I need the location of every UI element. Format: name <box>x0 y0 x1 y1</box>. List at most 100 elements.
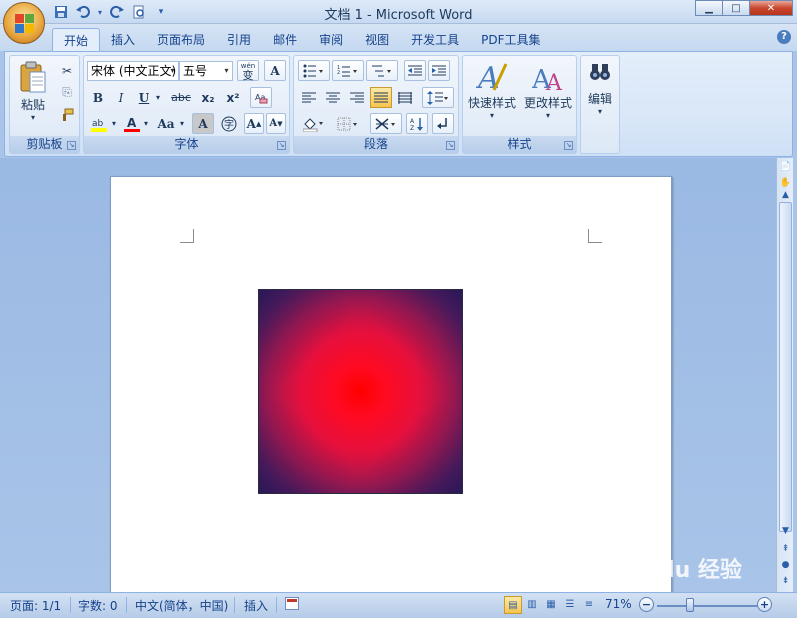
justify-button[interactable] <box>370 87 392 108</box>
clipboard-launcher-icon[interactable]: ↘ <box>67 141 76 150</box>
bullets-button[interactable] <box>298 60 330 81</box>
font-size-combo[interactable]: 五号 ▾ <box>179 61 233 81</box>
subscript-button[interactable]: x₂ <box>197 87 219 108</box>
font-color-button[interactable]: A <box>122 113 142 134</box>
tab-review[interactable]: 审阅 <box>308 28 354 53</box>
italic-button[interactable]: I <box>111 87 131 108</box>
language-status[interactable]: 中文(简体，中国) <box>135 597 228 614</box>
tab-developer[interactable]: 开发工具 <box>400 28 470 53</box>
change-styles-button[interactable]: A A 更改样式 ▾ <box>521 60 575 132</box>
zoom-level[interactable]: 71% <box>605 597 632 611</box>
change-case-dropdown-icon[interactable]: ▾ <box>178 113 186 134</box>
shading-button[interactable] <box>298 113 330 134</box>
borders-button[interactable] <box>332 113 364 134</box>
highlight-dropdown-icon[interactable]: ▾ <box>110 113 118 134</box>
styles-launcher-icon[interactable]: ↘ <box>564 141 573 150</box>
tab-insert[interactable]: 插入 <box>100 28 146 53</box>
highlight-icon: ab <box>91 119 107 132</box>
insert-mode-status[interactable]: 插入 <box>244 597 268 614</box>
status-separator <box>276 597 277 613</box>
next-page-icon[interactable]: ⇟ <box>778 574 793 589</box>
font-name-dropdown-icon[interactable]: ▾ <box>167 62 178 80</box>
align-right-button[interactable] <box>346 87 368 108</box>
editing-dropdown-icon: ▾ <box>597 107 602 116</box>
shrink-font-label: A <box>269 118 278 129</box>
full-screen-reading-icon[interactable]: ▥ <box>523 596 541 614</box>
sort-button[interactable]: AZ <box>406 113 428 134</box>
web-layout-icon[interactable]: ▦ <box>542 596 560 614</box>
show-hide-marks-button[interactable] <box>432 113 454 134</box>
line-spacing-button[interactable] <box>422 87 454 108</box>
quick-styles-icon: A <box>476 61 508 94</box>
align-left-button[interactable] <box>298 87 320 108</box>
highlight-button[interactable]: ab <box>88 113 110 134</box>
print-layout-view-icon[interactable]: ▤ <box>504 596 522 614</box>
character-shading-button[interactable]: A <box>192 113 214 134</box>
gradient-square-shape[interactable] <box>258 289 463 494</box>
align-center-button[interactable] <box>322 87 344 108</box>
vertical-scrollbar[interactable]: 📄 ✋ ▲ ▼ ⇞ ● ⇟ <box>776 158 793 592</box>
editing-button[interactable]: 编辑 ▾ <box>582 60 618 132</box>
paragraph-launcher-icon[interactable]: ↘ <box>446 141 455 150</box>
distributed-button[interactable] <box>394 87 416 108</box>
font-size-value: 五号 <box>183 64 208 78</box>
underline-dropdown-icon[interactable]: ▾ <box>154 87 162 108</box>
shrink-font-button[interactable]: A ▼ <box>266 113 286 134</box>
grow-font-button[interactable]: A ▲ <box>244 113 264 134</box>
tab-references[interactable]: 引用 <box>216 28 262 53</box>
scroll-thumb[interactable] <box>779 202 792 532</box>
increase-indent-button[interactable] <box>428 60 450 81</box>
cut-icon[interactable]: ✂ <box>58 60 76 81</box>
copy-icon[interactable]: ⎘ <box>58 82 76 103</box>
maximize-button[interactable]: □ <box>722 0 750 16</box>
tab-pdf-tools[interactable]: PDF工具集 <box>470 28 551 53</box>
numbering-button[interactable]: 12 <box>332 60 364 81</box>
underline-button[interactable]: U <box>134 87 154 108</box>
zoom-out-icon[interactable]: − <box>639 597 654 612</box>
chinese-layout-button[interactable] <box>370 113 402 134</box>
svg-text:A: A <box>127 116 137 130</box>
tab-home[interactable]: 开始 <box>52 28 101 53</box>
tab-view[interactable]: 视图 <box>354 28 400 53</box>
font-color-dropdown-icon[interactable]: ▾ <box>142 113 150 134</box>
clear-formatting-button[interactable]: Aa <box>250 87 272 108</box>
word-count-status[interactable]: 字数: 0 <box>78 597 118 614</box>
document-page[interactable] <box>110 176 672 596</box>
quick-styles-button[interactable]: A 快速样式 ▾ <box>465 60 519 132</box>
zoom-slider-track[interactable] <box>657 605 757 607</box>
font-size-dropdown-icon[interactable]: ▾ <box>221 62 232 80</box>
paste-button[interactable]: 粘贴 ▾ <box>14 60 52 132</box>
format-painter-icon[interactable] <box>58 104 76 125</box>
office-button[interactable] <box>3 2 45 44</box>
browse-object-icon[interactable]: ● <box>778 558 793 573</box>
zoom-slider-thumb[interactable] <box>686 598 694 612</box>
help-icon[interactable]: ? <box>777 30 791 44</box>
close-button[interactable]: ✕ <box>749 0 793 16</box>
decrease-indent-button[interactable] <box>404 60 426 81</box>
styles-group-label: 样式 <box>463 136 576 153</box>
font-name-combo[interactable]: 宋体 (中文正文) ▾ <box>87 61 179 81</box>
multilevel-list-button[interactable] <box>366 60 398 81</box>
macro-record-icon[interactable] <box>285 597 299 613</box>
tab-mailings[interactable]: 邮件 <box>262 28 308 53</box>
decrease-indent-icon <box>408 65 422 75</box>
tab-page-layout[interactable]: 页面布局 <box>146 28 216 53</box>
outline-view-icon[interactable]: ☰ <box>561 596 579 614</box>
scroll-up-icon[interactable]: ▲ <box>778 188 793 203</box>
enclose-characters-button[interactable]: 字 <box>218 113 240 134</box>
change-case-button[interactable]: Aa <box>154 113 178 134</box>
editing-group: 编辑 ▾ 编辑 <box>580 55 620 154</box>
minimize-button[interactable]: ▁ <box>695 0 723 16</box>
page-count-status[interactable]: 页面: 1/1 <box>10 597 61 614</box>
ruler-toggle-icon[interactable]: 📄 <box>778 160 793 175</box>
scroll-down-icon[interactable]: ▼ <box>778 524 793 539</box>
bold-button[interactable]: B <box>88 87 108 108</box>
superscript-button[interactable]: x² <box>222 87 244 108</box>
strikethrough-button[interactable]: abc <box>168 87 194 108</box>
phonetic-guide-button[interactable]: wén 变 <box>237 60 259 81</box>
previous-page-icon[interactable]: ⇞ <box>778 542 793 557</box>
character-border-button[interactable]: A <box>264 60 286 81</box>
draft-view-icon[interactable]: ≡ <box>580 596 598 614</box>
font-launcher-icon[interactable]: ↘ <box>277 141 286 150</box>
zoom-in-icon[interactable]: + <box>757 597 772 612</box>
